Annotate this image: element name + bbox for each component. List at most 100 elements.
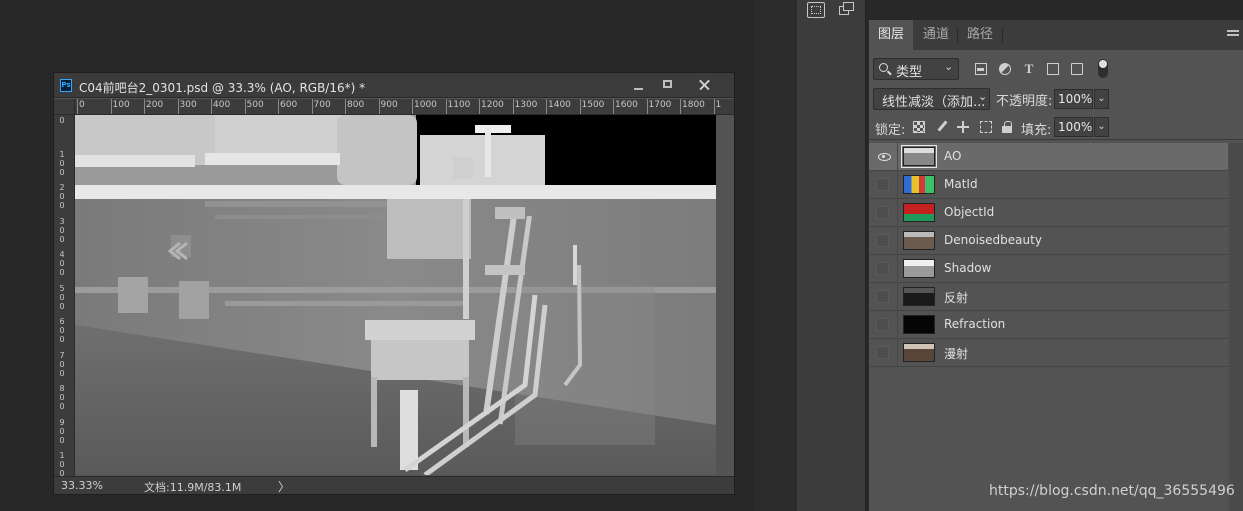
ao-render-image	[75, 115, 716, 475]
eye-icon[interactable]	[878, 153, 891, 161]
layer-thumbnail[interactable]	[903, 231, 935, 250]
layer-thumbnail[interactable]	[903, 315, 935, 334]
vertical-ruler[interactable]: 0 100 200 300 400 500 600 700 800 900 1000	[54, 115, 75, 476]
layer-thumbnail[interactable]	[903, 175, 935, 194]
fill-input[interactable]: 100%	[1054, 117, 1093, 137]
layer-row[interactable]: 反射	[869, 283, 1228, 311]
fill-label: 填充:	[1021, 123, 1052, 138]
ruler-tick-label: 0	[79, 100, 85, 110]
marquee-icon[interactable]	[807, 2, 825, 18]
ruler-tick-label: 100	[112, 100, 130, 110]
layer-thumbnail[interactable]	[903, 203, 935, 222]
layer-name[interactable]: Refraction	[944, 317, 1005, 331]
chevron-down-icon: ⌄	[944, 60, 954, 73]
close-button[interactable]	[694, 75, 716, 95]
blend-mode-select[interactable]: 线性减淡（添加... ⌄	[873, 88, 990, 110]
ruler-tick-label: 200	[59, 183, 65, 210]
type-filter-icon[interactable]: T	[1023, 62, 1035, 75]
layer-list-scrollbar[interactable]	[1229, 143, 1243, 511]
smart-object-filter-icon[interactable]	[1071, 63, 1083, 75]
lock-paint-icon[interactable]	[936, 121, 948, 133]
opacity-input[interactable]: 100%	[1054, 89, 1093, 109]
visibility-toggle[interactable]	[876, 346, 889, 359]
visibility-toggle[interactable]	[876, 234, 889, 247]
layer-row[interactable]: MatId	[869, 171, 1228, 199]
ruler-tick-label: 400	[59, 250, 65, 277]
ruler-tick-label: 1200	[481, 100, 504, 110]
layer-row[interactable]: Shadow	[869, 255, 1228, 283]
lock-move-icon[interactable]	[957, 121, 969, 133]
ruler-tick	[713, 99, 715, 114]
adjustment-filter-icon[interactable]	[999, 63, 1011, 75]
ruler-tick-label: 700	[59, 350, 65, 378]
ruler-tick-label: 1000	[414, 100, 437, 110]
ruler-tick	[177, 99, 179, 114]
layer-name[interactable]: 漫射	[944, 345, 968, 362]
ruler-tick-label: 1300	[514, 100, 538, 110]
visibility-toggle[interactable]	[876, 290, 889, 303]
watermark-url: https://blog.csdn.net/qq_36555496	[989, 483, 1235, 499]
ruler-tick-label: 500	[59, 283, 65, 311]
document-titlebar[interactable]: Ps C04前吧台2_0301.psd @ 33.3% (AO, RGB/16*…	[54, 73, 734, 98]
ruler-tick-label: 800	[59, 384, 65, 411]
minimize-button[interactable]	[628, 75, 650, 95]
zoom-level[interactable]: 33.33%	[61, 479, 103, 492]
layer-row[interactable]: 漫射	[869, 339, 1228, 367]
layer-name[interactable]: MatId	[944, 177, 978, 191]
lock-transparent-icon[interactable]	[913, 121, 925, 133]
layer-row[interactable]: AO	[869, 143, 1228, 171]
filter-toggle[interactable]	[1098, 59, 1108, 78]
layer-row[interactable]: Denoisedbeauty	[869, 227, 1228, 255]
visibility-toggle[interactable]	[876, 206, 889, 219]
ruler-tick	[278, 99, 279, 114]
pixel-filter-icon[interactable]	[975, 63, 987, 75]
lock-artboard-icon[interactable]	[980, 121, 992, 133]
image-canvas[interactable]	[75, 115, 716, 475]
ruler-tick-label: 100	[59, 149, 65, 177]
layer-name[interactable]: 反射	[944, 289, 968, 306]
lock-label: 锁定:	[875, 123, 906, 138]
ruler-tick-label: 600	[280, 100, 298, 110]
visibility-toggle[interactable]	[876, 318, 889, 331]
layer-thumbnail[interactable]	[901, 145, 937, 168]
ruler-tick-label: 200	[146, 100, 164, 110]
layer-row[interactable]: Refraction	[869, 311, 1228, 339]
ruler-corner[interactable]	[54, 99, 75, 115]
ruler-tick-label: 900	[59, 417, 65, 445]
visibility-toggle[interactable]	[876, 178, 889, 191]
opacity-dropdown-button[interactable]: ⌄	[1094, 89, 1109, 109]
panel-menu-icon[interactable]	[1227, 30, 1239, 40]
ruler-tick-label: 600	[59, 317, 65, 344]
status-menu-arrow[interactable]: 〉	[278, 478, 290, 495]
artboard-icon[interactable]	[839, 2, 857, 18]
layer-name[interactable]: Denoisedbeauty	[944, 233, 1042, 247]
ruler-tick	[613, 99, 614, 114]
lock-all-icon[interactable]	[1002, 121, 1014, 133]
fill-dropdown-button[interactable]: ⌄	[1094, 117, 1109, 137]
layer-name[interactable]: Shadow	[944, 261, 991, 275]
maximize-button[interactable]	[657, 75, 679, 95]
horizontal-ruler[interactable]: 0 100 200 300 400 500 600 700 800 900 1000 1100 1200…	[75, 99, 734, 115]
layer-name[interactable]: AO	[944, 149, 961, 163]
layer-row[interactable]: ObjectId	[869, 199, 1228, 227]
row-divider	[897, 283, 898, 310]
layers-panel: 图层 通道 路径 类型 ⌄ T 线性减淡（添加... ⌄ 不透明度: 100% …	[868, 20, 1243, 511]
visibility-toggle[interactable]	[876, 262, 889, 275]
layer-name[interactable]: ObjectId	[944, 205, 994, 219]
ruler-tick	[680, 99, 681, 114]
tab-layers[interactable]: 图层	[869, 20, 913, 50]
tab-paths[interactable]: 路径	[957, 20, 1003, 50]
layer-thumbnail[interactable]	[903, 343, 935, 362]
ruler-tick-label: 1100	[447, 100, 471, 110]
shape-filter-icon[interactable]	[1047, 63, 1059, 75]
tab-channels[interactable]: 通道	[913, 20, 959, 50]
ruler-tick-label: 1700	[648, 100, 672, 110]
layer-thumbnail[interactable]	[903, 287, 935, 306]
document-size-info: 文档:11.9M/83.1M	[144, 481, 242, 494]
blend-row: 线性减淡（添加... ⌄ 不透明度: 100% ⌄	[869, 86, 1243, 112]
layer-thumbnail[interactable]	[903, 259, 935, 278]
filter-kind-select[interactable]: 类型 ⌄	[873, 58, 959, 80]
ruler-tick	[512, 99, 514, 114]
opacity-label: 不透明度:	[996, 94, 1053, 109]
ruler-tick	[646, 99, 648, 114]
